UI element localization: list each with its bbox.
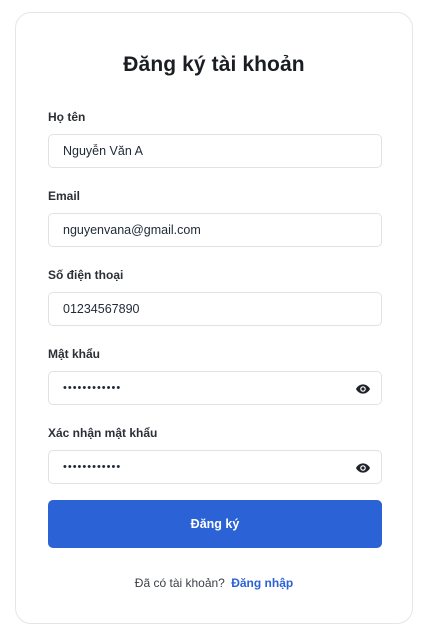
confirm-password-field[interactable] <box>48 450 382 484</box>
confirm-password-label: Xác nhận mật khẩu <box>48 426 158 440</box>
page-title: Đăng ký tài khoản <box>123 53 305 76</box>
password-field[interactable] <box>48 371 382 405</box>
full-name-input[interactable] <box>49 135 381 167</box>
email-label: Email <box>48 189 81 203</box>
login-prompt: Đã có tài khoản? Đăng nhập <box>16 576 412 590</box>
email-input[interactable] <box>49 214 381 246</box>
full-name-label: Họ tên <box>48 110 86 124</box>
full-name-field[interactable] <box>48 134 382 168</box>
eye-icon[interactable] <box>355 460 371 476</box>
login-prompt-text: Đã có tài khoản? <box>134 576 225 590</box>
phone-field[interactable] <box>48 292 382 326</box>
confirm-password-input[interactable] <box>49 451 381 483</box>
email-field[interactable] <box>48 213 382 247</box>
register-button[interactable]: Đăng ký <box>48 500 382 548</box>
eye-icon[interactable] <box>355 381 371 397</box>
register-card: Đăng ký tài khoản Họ tên Email Số điện t… <box>15 12 413 624</box>
phone-input[interactable] <box>49 293 381 325</box>
phone-label: Số điện thoại <box>48 268 124 282</box>
password-label: Mật khẩu <box>48 347 101 361</box>
login-link[interactable]: Đăng nhập <box>231 576 293 590</box>
password-input[interactable] <box>49 372 381 404</box>
